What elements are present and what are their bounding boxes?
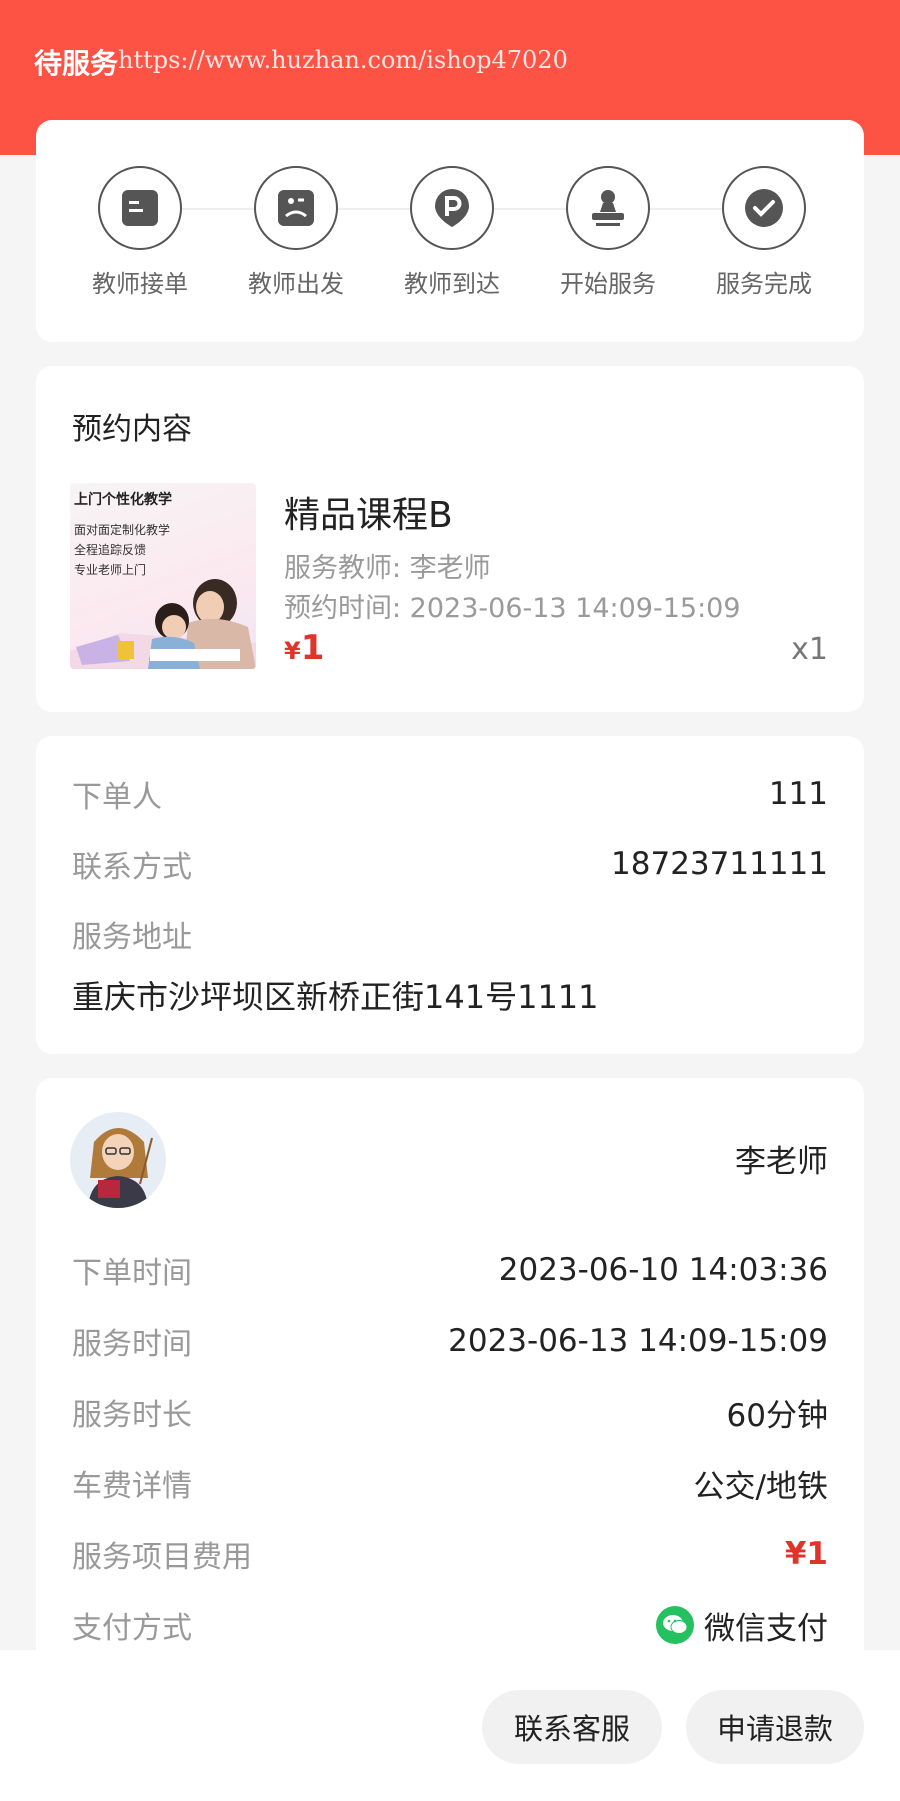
info-row-payment: 支付方式 微信支付 — [72, 1603, 828, 1648]
price-value: 1 — [300, 628, 325, 668]
wechat-pay-icon — [656, 1606, 694, 1644]
row-value: 2023-06-13 14:09-15:09 — [448, 1323, 828, 1359]
payment-method: 微信支付 — [656, 1603, 828, 1648]
step-label: 教师接单 — [92, 270, 188, 298]
teacher-avatar[interactable] — [70, 1112, 166, 1208]
row-label: 服务项目费用 — [72, 1540, 252, 1575]
product-quantity: x1 — [791, 632, 828, 667]
step-label: 开始服务 — [560, 270, 656, 298]
row-value: 18723711111 — [611, 846, 828, 882]
row-label: 支付方式 — [72, 1611, 192, 1646]
product-price: ¥1 — [284, 628, 324, 668]
info-row-order-time: 下单时间 2023-06-10 14:03:36 — [72, 1250, 828, 1291]
location-p-icon — [410, 166, 494, 250]
row-value: 111 — [768, 776, 828, 812]
row-label: 车费详情 — [72, 1469, 192, 1504]
promo-headline: 上门个性化教学 — [74, 492, 172, 508]
page-title: 待服务 — [34, 47, 119, 80]
promo-line: 全程追踪反馈 — [74, 543, 147, 557]
step-teacher-depart: 教师出发 — [236, 166, 356, 299]
row-value: ¥1 — [784, 1536, 828, 1572]
row-value: 60分钟 — [726, 1397, 828, 1434]
contact-card: 下单人 111 联系方式 18723711111 服务地址 重庆市沙坪坝区新桥正… — [36, 736, 864, 1054]
check-icon — [722, 166, 806, 250]
note-icon — [98, 166, 182, 250]
service-address: 重庆市沙坪坝区新桥正街141号1111 — [72, 978, 599, 1016]
step-teacher-accept: 教师接单 — [80, 166, 200, 299]
watermark-text: https://www.huzhan.com/ishop47020 — [118, 46, 568, 74]
row-label: 下单时间 — [72, 1256, 192, 1291]
step-label: 服务完成 — [716, 270, 812, 298]
section-title: 预约内容 — [72, 412, 192, 447]
apply-refund-button[interactable]: 申请退款 — [686, 1690, 864, 1764]
info-row-service-fee: 服务项目费用 ¥1 — [72, 1534, 828, 1575]
step-start-service: 开始服务 — [548, 166, 668, 299]
booking-card[interactable]: 预约内容 上门个性化教学 面对面定制化教学 全程追踪反馈 专业老师上门 精品课程… — [36, 366, 864, 712]
row-value: 2023-06-10 14:03:36 — [498, 1252, 828, 1288]
product-name: 精品课程B — [284, 495, 453, 536]
info-row-phone: 联系方式 18723711111 — [72, 844, 828, 885]
step-label: 教师到达 — [404, 270, 500, 298]
currency-symbol: ¥ — [284, 637, 301, 665]
info-row-duration: 服务时长 60分钟 — [72, 1392, 828, 1434]
info-row-service-time: 服务时间 2023-06-13 14:09-15:09 — [72, 1321, 828, 1362]
contact-service-button[interactable]: 联系客服 — [482, 1690, 662, 1764]
stamp-icon — [566, 166, 650, 250]
promo-line: 面对面定制化教学 — [74, 523, 171, 537]
info-row-orderer: 下单人 111 — [72, 774, 828, 815]
step-service-complete: 服务完成 — [704, 166, 824, 299]
row-label: 服务地址 — [72, 920, 192, 955]
row-value: 微信支付 — [704, 1610, 828, 1647]
service-teacher: 服务教师: 李老师 — [284, 553, 491, 584]
row-label: 联系方式 — [72, 850, 192, 885]
row-value: 公交/地铁 — [693, 1468, 828, 1505]
info-row-travel-fee: 车费详情 公交/地铁 — [72, 1463, 828, 1505]
depart-icon — [254, 166, 338, 250]
teacher-child-illustration — [70, 579, 256, 669]
teacher-name: 李老师 — [735, 1144, 828, 1180]
order-detail-card: 李老师 下单时间 2023-06-10 14:03:36 服务时间 2023-0… — [36, 1078, 864, 1678]
bottom-action-bar: 联系客服 申请退款 — [0, 1650, 900, 1801]
row-label: 服务时间 — [72, 1327, 192, 1362]
row-label: 下单人 — [72, 780, 162, 815]
step-label: 教师出发 — [248, 270, 344, 298]
step-teacher-arrive: 教师到达 — [392, 166, 512, 299]
row-label: 服务时长 — [72, 1398, 192, 1433]
progress-card: 教师接单 教师出发 教师到达 开始服务 服务完成 — [36, 120, 864, 342]
booking-time: 预约时间: 2023-06-13 14:09-15:09 — [284, 593, 741, 624]
info-row-address: 服务地址 — [72, 914, 828, 955]
teacher-avatar-illustration — [88, 1128, 153, 1208]
product-image[interactable]: 上门个性化教学 面对面定制化教学 全程追踪反馈 专业老师上门 — [70, 483, 256, 669]
